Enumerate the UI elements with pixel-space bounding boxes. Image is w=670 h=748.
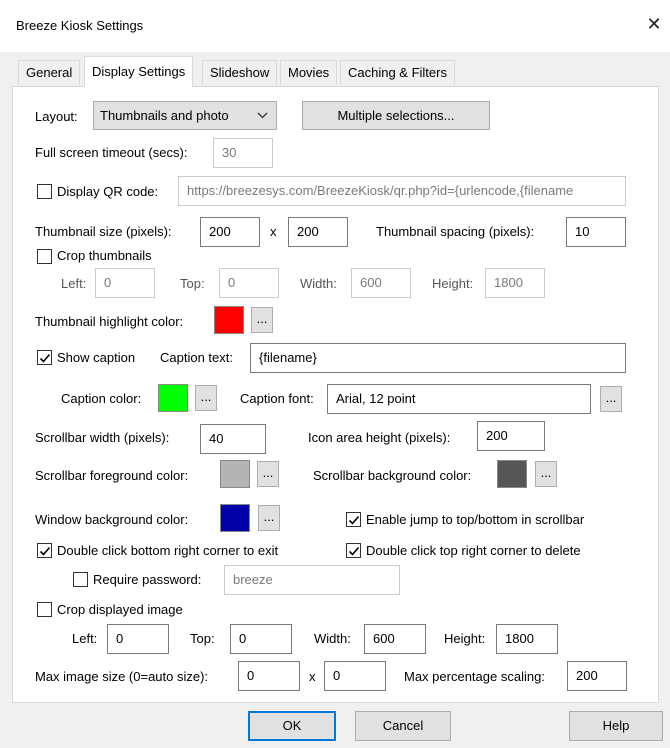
caption-font-button[interactable]: ... — [600, 386, 622, 412]
caption-text-label: Caption text: — [160, 350, 233, 365]
crop-image-height-field[interactable]: 1800 — [496, 624, 558, 654]
icon-area-height-field[interactable]: 200 — [477, 421, 545, 451]
multiple-selections-button[interactable]: Multiple selections... — [302, 101, 490, 130]
layout-label: Layout: — [35, 109, 78, 124]
tab-movies[interactable]: Movies — [280, 60, 338, 85]
tab-general[interactable]: General — [18, 60, 81, 85]
tab-caching-filters[interactable]: Caching & Filters — [340, 60, 455, 85]
scrollbar-bg-swatch — [497, 460, 527, 488]
scrollbar-width-label: Scrollbar width (pixels): — [35, 430, 170, 445]
cancel-button[interactable]: Cancel — [355, 711, 451, 741]
crop-thumbnails-label: Crop thumbnails — [57, 248, 152, 263]
scrollbar-fg-color-button[interactable]: ... — [257, 461, 279, 487]
layout-select[interactable]: Thumbnails and photo — [93, 101, 277, 130]
fullscreen-timeout-field[interactable]: 30 — [213, 138, 273, 168]
enable-jump-checkbox[interactable] — [346, 512, 361, 527]
crop-image-left-label: Left: — [72, 631, 98, 646]
display-qr-checkbox[interactable] — [37, 184, 52, 199]
thumbnail-height-field[interactable]: 200 — [288, 217, 348, 247]
thumb-crop-width-field[interactable]: 600 — [351, 268, 411, 298]
thumb-crop-left-field[interactable]: 0 — [95, 268, 155, 298]
crop-image-label: Crop displayed image — [57, 602, 183, 617]
display-qr-label: Display QR code: — [57, 184, 159, 199]
thumbnail-highlight-label: Thumbnail highlight color: — [35, 314, 184, 329]
close-icon[interactable]: ✕ — [644, 14, 664, 34]
tab-display-settings[interactable]: Display Settings — [84, 56, 194, 87]
caption-font-field[interactable]: Arial, 12 point — [327, 384, 591, 414]
ok-button[interactable]: OK — [248, 711, 336, 741]
tab-slideshow[interactable]: Slideshow — [202, 60, 278, 85]
thumbnail-size-label: Thumbnail size (pixels): — [35, 224, 172, 239]
caption-text-field[interactable]: {filename} — [250, 343, 626, 373]
scrollbar-bg-label: Scrollbar background color: — [313, 468, 472, 483]
crop-image-top-label: Top: — [190, 631, 215, 646]
caption-color-button[interactable]: ... — [195, 385, 217, 411]
layout-select-value: Thumbnails and photo — [100, 108, 229, 123]
thumb-crop-left-label: Left: — [61, 276, 87, 291]
scrollbar-bg-color-button[interactable]: ... — [535, 461, 557, 487]
caption-color-swatch — [158, 384, 188, 412]
window-bg-label: Window background color: — [35, 512, 189, 527]
scrollbar-fg-label: Scrollbar foreground color: — [35, 468, 189, 483]
scrollbar-fg-swatch — [220, 460, 250, 488]
crop-image-width-field[interactable]: 600 — [364, 624, 426, 654]
max-image-size-label: Max image size (0=auto size): — [35, 669, 209, 684]
thumbnail-highlight-swatch — [214, 306, 244, 334]
caption-color-label: Caption color: — [61, 391, 142, 406]
thumbnail-width-field[interactable]: 200 — [200, 217, 260, 247]
window-title: Breeze Kiosk Settings — [16, 18, 144, 33]
password-field[interactable]: breeze — [224, 565, 400, 595]
max-image-x-label: x — [309, 669, 316, 684]
qr-url-field[interactable]: https://breezesys.com/BreezeKiosk/qr.php… — [178, 176, 626, 206]
scrollbar-width-field[interactable]: 40 — [200, 424, 266, 454]
crop-image-left-field[interactable]: 0 — [107, 624, 169, 654]
max-scaling-field[interactable]: 200 — [567, 661, 627, 691]
checkmark-icon — [39, 353, 51, 363]
crop-image-checkbox[interactable] — [37, 602, 52, 617]
max-image-width-field[interactable]: 0 — [238, 661, 300, 691]
caption-font-label: Caption font: — [240, 391, 314, 406]
chevron-down-icon — [257, 112, 268, 119]
max-scaling-label: Max percentage scaling: — [404, 669, 545, 684]
double-click-exit-label: Double click bottom right corner to exit — [57, 543, 279, 558]
checkmark-icon — [348, 515, 360, 525]
require-password-checkbox[interactable] — [73, 572, 88, 587]
enable-jump-label: Enable jump to top/bottom in scrollbar — [366, 512, 585, 527]
thumb-crop-width-label: Width: — [300, 276, 337, 291]
double-click-exit-checkbox[interactable] — [37, 543, 52, 558]
icon-area-height-label: Icon area height (pixels): — [308, 430, 451, 445]
crop-image-top-field[interactable]: 0 — [230, 624, 292, 654]
thumbnail-x-label: x — [270, 224, 277, 239]
window-bg-swatch — [220, 504, 250, 532]
crop-image-width-label: Width: — [314, 631, 351, 646]
crop-image-height-label: Height: — [444, 631, 486, 646]
thumb-crop-top-label: Top: — [180, 276, 205, 291]
checkmark-icon — [39, 546, 51, 556]
thumbnail-spacing-field[interactable]: 10 — [566, 217, 626, 247]
checkmark-icon — [348, 546, 360, 556]
help-button[interactable]: Help — [569, 711, 663, 741]
thumbnail-highlight-color-button[interactable]: ... — [251, 307, 273, 333]
crop-thumbnails-checkbox[interactable] — [37, 249, 52, 264]
double-click-delete-checkbox[interactable] — [346, 543, 361, 558]
show-caption-checkbox[interactable] — [37, 350, 52, 365]
require-password-label: Require password: — [93, 572, 202, 587]
max-image-height-field[interactable]: 0 — [324, 661, 386, 691]
double-click-delete-label: Double click top right corner to delete — [366, 543, 581, 558]
show-caption-label: Show caption — [57, 350, 136, 365]
window-bg-color-button[interactable]: ... — [258, 505, 280, 531]
thumbnail-spacing-label: Thumbnail spacing (pixels): — [376, 224, 535, 239]
thumb-crop-height-label: Height: — [432, 276, 474, 291]
fullscreen-timeout-label: Full screen timeout (secs): — [35, 145, 188, 160]
thumb-crop-height-field[interactable]: 1800 — [485, 268, 545, 298]
thumb-crop-top-field[interactable]: 0 — [219, 268, 279, 298]
